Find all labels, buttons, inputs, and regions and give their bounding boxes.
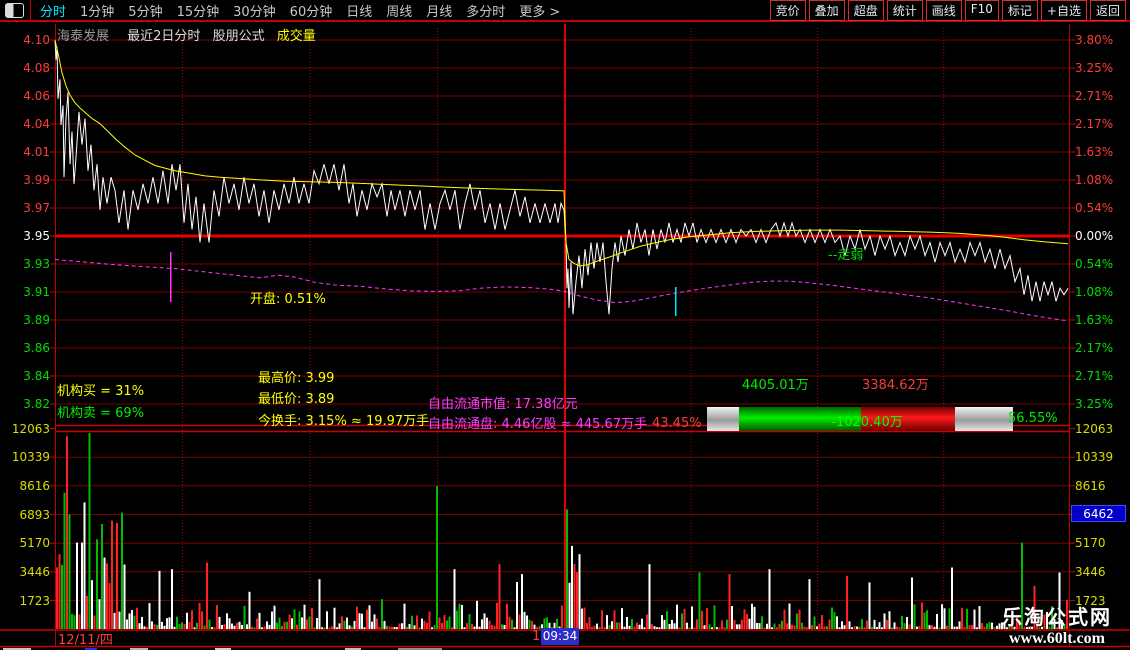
volume-axis-label: 5170 (19, 536, 50, 551)
volume-axis-label: 12063 (1075, 421, 1114, 436)
intraday-chart-svg (0, 24, 1130, 648)
stock-name: 海泰发展 (57, 29, 110, 44)
volume-axis-label: 10339 (11, 450, 50, 465)
price-axis-label: 3.93 (23, 257, 50, 271)
intraday-chart[interactable]: 4.10 4.08 4.06 4.04 4.01 3.99 3.97 3.95 3.93 3.91… (0, 0, 1130, 650)
pct-axis-label: 0.00% (1075, 229, 1114, 243)
price-axis-label: 3.95 (23, 229, 50, 243)
volume-axis-label: 5170 (1075, 536, 1106, 551)
volume-indicator-label[interactable]: 成交量 (277, 29, 316, 44)
volume-bars (56, 432, 1068, 629)
volume-axis-label: 3446 (19, 564, 50, 579)
net-flow-label: -1020.40万 (831, 415, 903, 430)
pct-axis-label: 3.25% (1075, 61, 1114, 75)
pct-axis-label: 2.71% (1075, 369, 1114, 383)
pct-axis-label: 0.54% (1075, 201, 1114, 215)
fund-flow-gauge: -1020.40万 (707, 407, 1013, 431)
price-axis-label: 3.82 (23, 397, 50, 411)
stock-app-window: 分时 1分钟 5分钟 15分钟 30分钟 60分钟 日线 周线 月线 多分时 更多 > 竞价 叠加 超盘… (0, 0, 1130, 650)
avg_price-line (54, 39, 1069, 267)
price-axis-label: 4.06 (23, 89, 50, 103)
price-axis-label: 4.04 (23, 117, 50, 131)
volume-axis-label: 8616 (19, 478, 50, 493)
open-pct-label: 开盘: 0.51% (250, 292, 326, 307)
volume-axis-label: 3446 (1075, 564, 1106, 579)
current-volume-badge: 6462 (1071, 505, 1126, 522)
buy-pct-label: 43.45% (652, 416, 702, 431)
pct-axis-label: 3.80% (1075, 33, 1114, 47)
low-price-label: 最低价: 3.89 (258, 392, 335, 407)
period-label: 最近2日分时 (127, 29, 201, 44)
price-axis-label: 3.84 (23, 369, 50, 383)
pct-axis-label: 1.08% (1075, 173, 1114, 187)
price-axis-label: 3.99 (23, 173, 50, 187)
price-axis-label: 3.86 (23, 341, 50, 355)
volume-axis-label: 6893 (19, 507, 50, 522)
pct-axis-label: 0.54% (1075, 257, 1114, 271)
trend-note-label: --走弱 (828, 248, 864, 263)
high-price-label: 最高价: 3.99 (258, 371, 335, 386)
gauge-right-cap (955, 407, 1013, 431)
price-axis-label: 3.91 (23, 285, 50, 299)
pct-axis-label: 2.17% (1075, 341, 1114, 355)
inflow-label: 4405.01万 (742, 378, 809, 393)
volume-axis-label: 8616 (1075, 478, 1106, 493)
pct-axis-label: 1.63% (1075, 145, 1114, 159)
pct-axis-label: 1.63% (1075, 313, 1114, 327)
indicator-line (54, 259, 1069, 322)
timeline-date-label: 12/11/四 (58, 633, 113, 648)
timeline-cursor-time-badge: 09:34 (541, 628, 579, 645)
institution-buy-label: 机构买 = 31% (57, 384, 145, 399)
pct-axis-label: 1.08% (1075, 285, 1114, 299)
watermark: 乐淘公式网 www.60lt.com (988, 601, 1126, 648)
float-mcap-label: 自由流通市值: 17.38亿元 (428, 397, 578, 412)
float-shares-label: 自由流通盘: 4.46亿股 ≈ 445.67万手 (428, 417, 648, 432)
price-axis-label: 3.89 (23, 313, 50, 327)
institution-sell-label: 机构卖 = 69% (57, 406, 145, 421)
price-line (54, 40, 1069, 315)
volume-axis-label: 10339 (1075, 450, 1114, 465)
pct-axis-label: 2.17% (1075, 117, 1114, 131)
outflow-label: 3384.62万 (862, 378, 929, 393)
timeline-cursor-prefix: 1 (532, 629, 541, 644)
price-axis-label: 4.10 (23, 33, 50, 47)
watermark-site-url: www.60lt.com (1009, 630, 1105, 647)
price-axis-label: 4.08 (23, 61, 50, 75)
gauge-left-cap (707, 407, 739, 431)
volume-axis-label: 12063 (11, 421, 50, 436)
pct-axis-label: 2.71% (1075, 89, 1114, 103)
chart-title-row: 海泰发展 最近2日分时 股朋公式 成交量 (57, 25, 316, 44)
volume-axis-label: 1723 (19, 593, 50, 608)
price-axis-label: 4.01 (23, 145, 50, 159)
pct-axis-label: 3.25% (1075, 397, 1114, 411)
price-axis-label: 3.97 (23, 201, 50, 215)
watermark-site-name: 乐淘公式网 (1002, 605, 1112, 629)
formula-label[interactable]: 股朋公式 (213, 29, 265, 44)
turnover-label: 今换手: 3.15% ≈ 19.97万手 (258, 414, 430, 429)
sell-pct-label: 56.55% (1008, 411, 1058, 426)
